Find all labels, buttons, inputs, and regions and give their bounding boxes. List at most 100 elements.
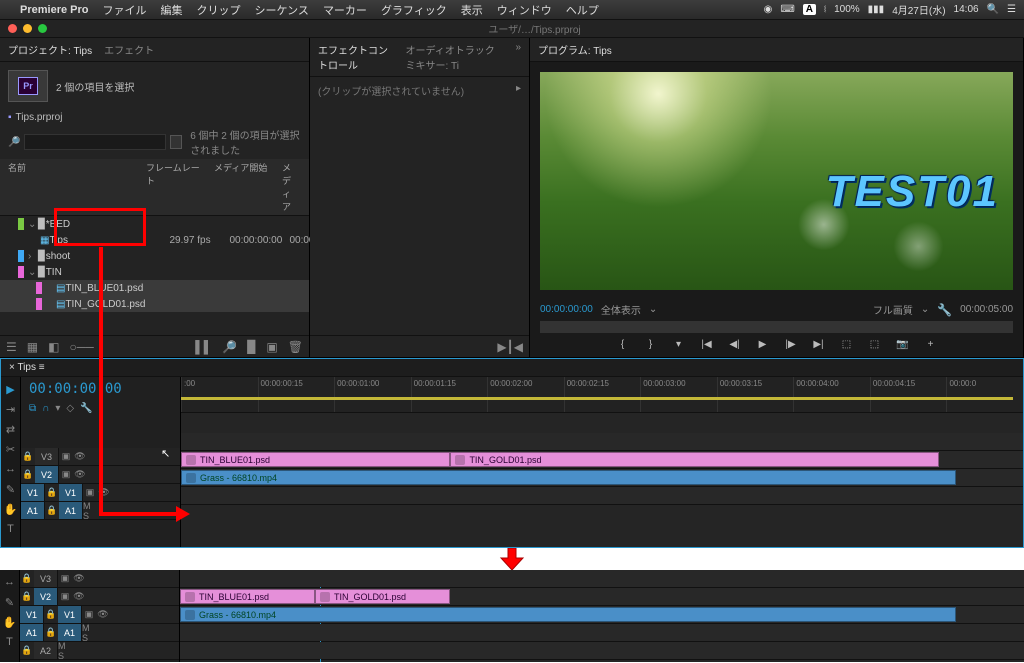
panel-menu-icon[interactable]: » bbox=[515, 42, 521, 72]
track-header-v2[interactable]: V2 bbox=[35, 466, 59, 483]
effect-timeline-toggle-icon[interactable]: ▸ bbox=[516, 83, 521, 94]
menu-graphic[interactable]: グラフィック bbox=[381, 2, 447, 18]
menu-marker[interactable]: マーカー bbox=[323, 2, 367, 18]
track-v3-lane[interactable] bbox=[181, 433, 1023, 450]
timeline-timecode[interactable]: 00:00:00:00 bbox=[21, 377, 180, 401]
menubar-date[interactable]: 4月27日(水) bbox=[892, 2, 945, 17]
program-scrubber[interactable] bbox=[540, 321, 1013, 333]
snap-icon[interactable]: ⧉ bbox=[29, 403, 36, 414]
track-header-v3[interactable]: V3 bbox=[35, 448, 59, 465]
hand-tool-icon[interactable]: ✋ bbox=[4, 503, 18, 517]
lock-v1-icon[interactable]: 🔒 bbox=[45, 484, 59, 501]
button-editor-button[interactable]: + bbox=[922, 339, 940, 353]
automate-icon[interactable]: ▌▌ bbox=[195, 340, 212, 354]
list-view-icon[interactable]: ☰ bbox=[6, 340, 17, 354]
trash-icon[interactable]: 🗑 bbox=[288, 340, 303, 354]
track-header-v1[interactable]: V1 bbox=[59, 484, 83, 501]
mute-a1-icon[interactable]: M S bbox=[83, 502, 97, 519]
bin-view-button[interactable] bbox=[170, 135, 182, 149]
menu-help[interactable]: ヘルプ bbox=[566, 2, 599, 18]
wrench-icon[interactable]: 🔧 bbox=[937, 303, 952, 317]
tab-effects[interactable]: エフェクト bbox=[104, 42, 154, 57]
app-name[interactable]: Premiere Pro bbox=[20, 4, 88, 16]
eye-v3-icon[interactable]: 👁 bbox=[73, 448, 87, 465]
col-media[interactable]: メディア bbox=[282, 161, 293, 213]
active-sequence-tab[interactable]: × Tips ≡ bbox=[9, 362, 45, 373]
play-button[interactable]: ▶ bbox=[754, 339, 772, 353]
tree-item-tin-blue[interactable]: ▤ TIN_BLUE01.psd bbox=[0, 280, 309, 296]
lock-v2-icon[interactable]: 🔒 bbox=[21, 466, 35, 483]
timeline-tracks[interactable]: :00 00:00:00:15 00:00:01:00 00:00:01:15 … bbox=[181, 377, 1023, 547]
mark-in-button[interactable]: { bbox=[614, 339, 632, 353]
toggle-v2-icon[interactable]: ▣ bbox=[59, 466, 73, 483]
type-tool-icon[interactable]: T bbox=[4, 523, 18, 537]
track-header-v1[interactable]: V1 bbox=[58, 606, 82, 623]
wrench-opt-icon[interactable]: 🔧 bbox=[80, 403, 92, 414]
menu-edit[interactable]: 編集 bbox=[160, 2, 182, 18]
project-search-input[interactable] bbox=[24, 134, 166, 150]
program-viewer[interactable]: TEST01 bbox=[540, 72, 1013, 290]
tab-project[interactable]: プロジェクト: Tips bbox=[8, 42, 92, 57]
zoom-slider[interactable]: ○── bbox=[69, 340, 93, 354]
minimize-icon[interactable] bbox=[23, 24, 32, 33]
spotlight-icon[interactable]: 🔍 bbox=[987, 4, 999, 15]
pen-tool-icon[interactable]: ✎ bbox=[4, 483, 18, 497]
lock-v3-icon[interactable]: 🔒 bbox=[21, 448, 35, 465]
tab-audio-mixer[interactable]: オーディオトラックミキサー: Ti bbox=[405, 42, 503, 72]
lock-a1-icon[interactable]: 🔒 bbox=[45, 502, 59, 519]
extract-button[interactable]: ⬚ bbox=[866, 339, 884, 353]
source-v1[interactable]: V1 bbox=[21, 484, 45, 501]
lift-button[interactable]: ⬚ bbox=[838, 339, 856, 353]
quality-dropdown[interactable]: フル画質 bbox=[873, 302, 913, 317]
step-back-button[interactable]: ◀| bbox=[726, 339, 744, 353]
close-icon[interactable] bbox=[8, 24, 17, 33]
lock-v3-icon[interactable]: 🔒 bbox=[20, 570, 34, 587]
pen-tool-icon[interactable]: ✎ bbox=[3, 596, 17, 610]
menubar-time[interactable]: 14:06 bbox=[954, 4, 979, 15]
go-out-button[interactable]: ▶| bbox=[810, 339, 828, 353]
slip-tool-icon[interactable]: ↔ bbox=[4, 463, 18, 477]
col-mediastart[interactable]: メディア開始 bbox=[214, 161, 274, 213]
tree-item-tin-gold[interactable]: ▤ TIN_GOLD01.psd bbox=[0, 296, 309, 312]
selection-tool-icon[interactable]: ▶ bbox=[4, 383, 18, 397]
track-header-v3[interactable]: V3 bbox=[34, 570, 58, 587]
tree-sequence-tips[interactable]: ▦ Tips 29.97 fps 00:00:00:00 00:00:0 bbox=[0, 232, 309, 248]
effect-toolbar-icon[interactable]: ▶┃◀ bbox=[497, 340, 523, 354]
toggle-v1-icon[interactable]: ▣ bbox=[83, 484, 97, 501]
new-bin-icon[interactable]: ▉ bbox=[247, 340, 256, 354]
wifi-icon[interactable]: ⧙ bbox=[824, 4, 826, 15]
track-header-a1[interactable]: A1 bbox=[58, 624, 82, 641]
timeline-ruler[interactable]: :00 00:00:00:15 00:00:01:00 00:00:01:15 … bbox=[181, 377, 1023, 413]
hand-tool-icon[interactable]: ✋ bbox=[3, 616, 17, 630]
track-a1-lane[interactable] bbox=[181, 487, 1023, 504]
linked-selection-icon[interactable]: ∩ bbox=[42, 403, 49, 414]
tree-folder-tin[interactable]: ⌄ ▉ TIN bbox=[0, 264, 309, 280]
settings-opt-icon[interactable]: ◇ bbox=[66, 403, 74, 414]
fit-dropdown[interactable]: 全体表示 bbox=[601, 302, 641, 317]
project-tree[interactable]: ⌄ ▉ *EED ▦ Tips 29.97 fps 00:00:00:00 00… bbox=[0, 216, 309, 335]
menu-sequence[interactable]: シーケンス bbox=[254, 2, 308, 18]
keyboard-icon[interactable]: ⌨ bbox=[780, 4, 794, 15]
work-area-bar[interactable] bbox=[181, 397, 1013, 400]
cc-icon[interactable]: ◉ bbox=[764, 4, 773, 15]
clip-tin-blue-after[interactable]: TIN_BLUE01.psd bbox=[180, 589, 315, 604]
notification-icon[interactable]: ☰ bbox=[1007, 4, 1016, 15]
track-v2-lane[interactable]: TIN_BLUE01.psd TIN_GOLD01.psd bbox=[181, 451, 1023, 468]
menu-view[interactable]: 表示 bbox=[461, 2, 483, 18]
toggle-v3-icon[interactable]: ▣ bbox=[59, 448, 73, 465]
clip-tin-gold[interactable]: TIN_GOLD01.psd bbox=[450, 452, 938, 467]
type-tool-icon[interactable]: T bbox=[3, 636, 17, 650]
eye-v1-icon[interactable]: 👁 bbox=[97, 484, 111, 501]
mark-out-button[interactable]: } bbox=[642, 339, 660, 353]
clip-grass-after[interactable]: Grass - 66810.mp4 bbox=[180, 607, 956, 622]
menu-file[interactable]: ファイル bbox=[102, 2, 146, 18]
marker-opt-icon[interactable]: ▾ bbox=[55, 403, 60, 414]
clip-tin-gold-after[interactable]: TIN_GOLD01.psd bbox=[315, 589, 450, 604]
find-icon[interactable]: 🔎 bbox=[222, 340, 237, 354]
app-indicator-icon[interactable]: A bbox=[803, 4, 816, 15]
col-name[interactable]: 名前 bbox=[8, 161, 138, 213]
step-fwd-button[interactable]: |▶ bbox=[782, 339, 800, 353]
new-item-icon[interactable]: ▣ bbox=[266, 340, 277, 354]
track-select-tool-icon[interactable]: ⇥ bbox=[4, 403, 18, 417]
track-header-v2[interactable]: V2 bbox=[34, 588, 58, 605]
